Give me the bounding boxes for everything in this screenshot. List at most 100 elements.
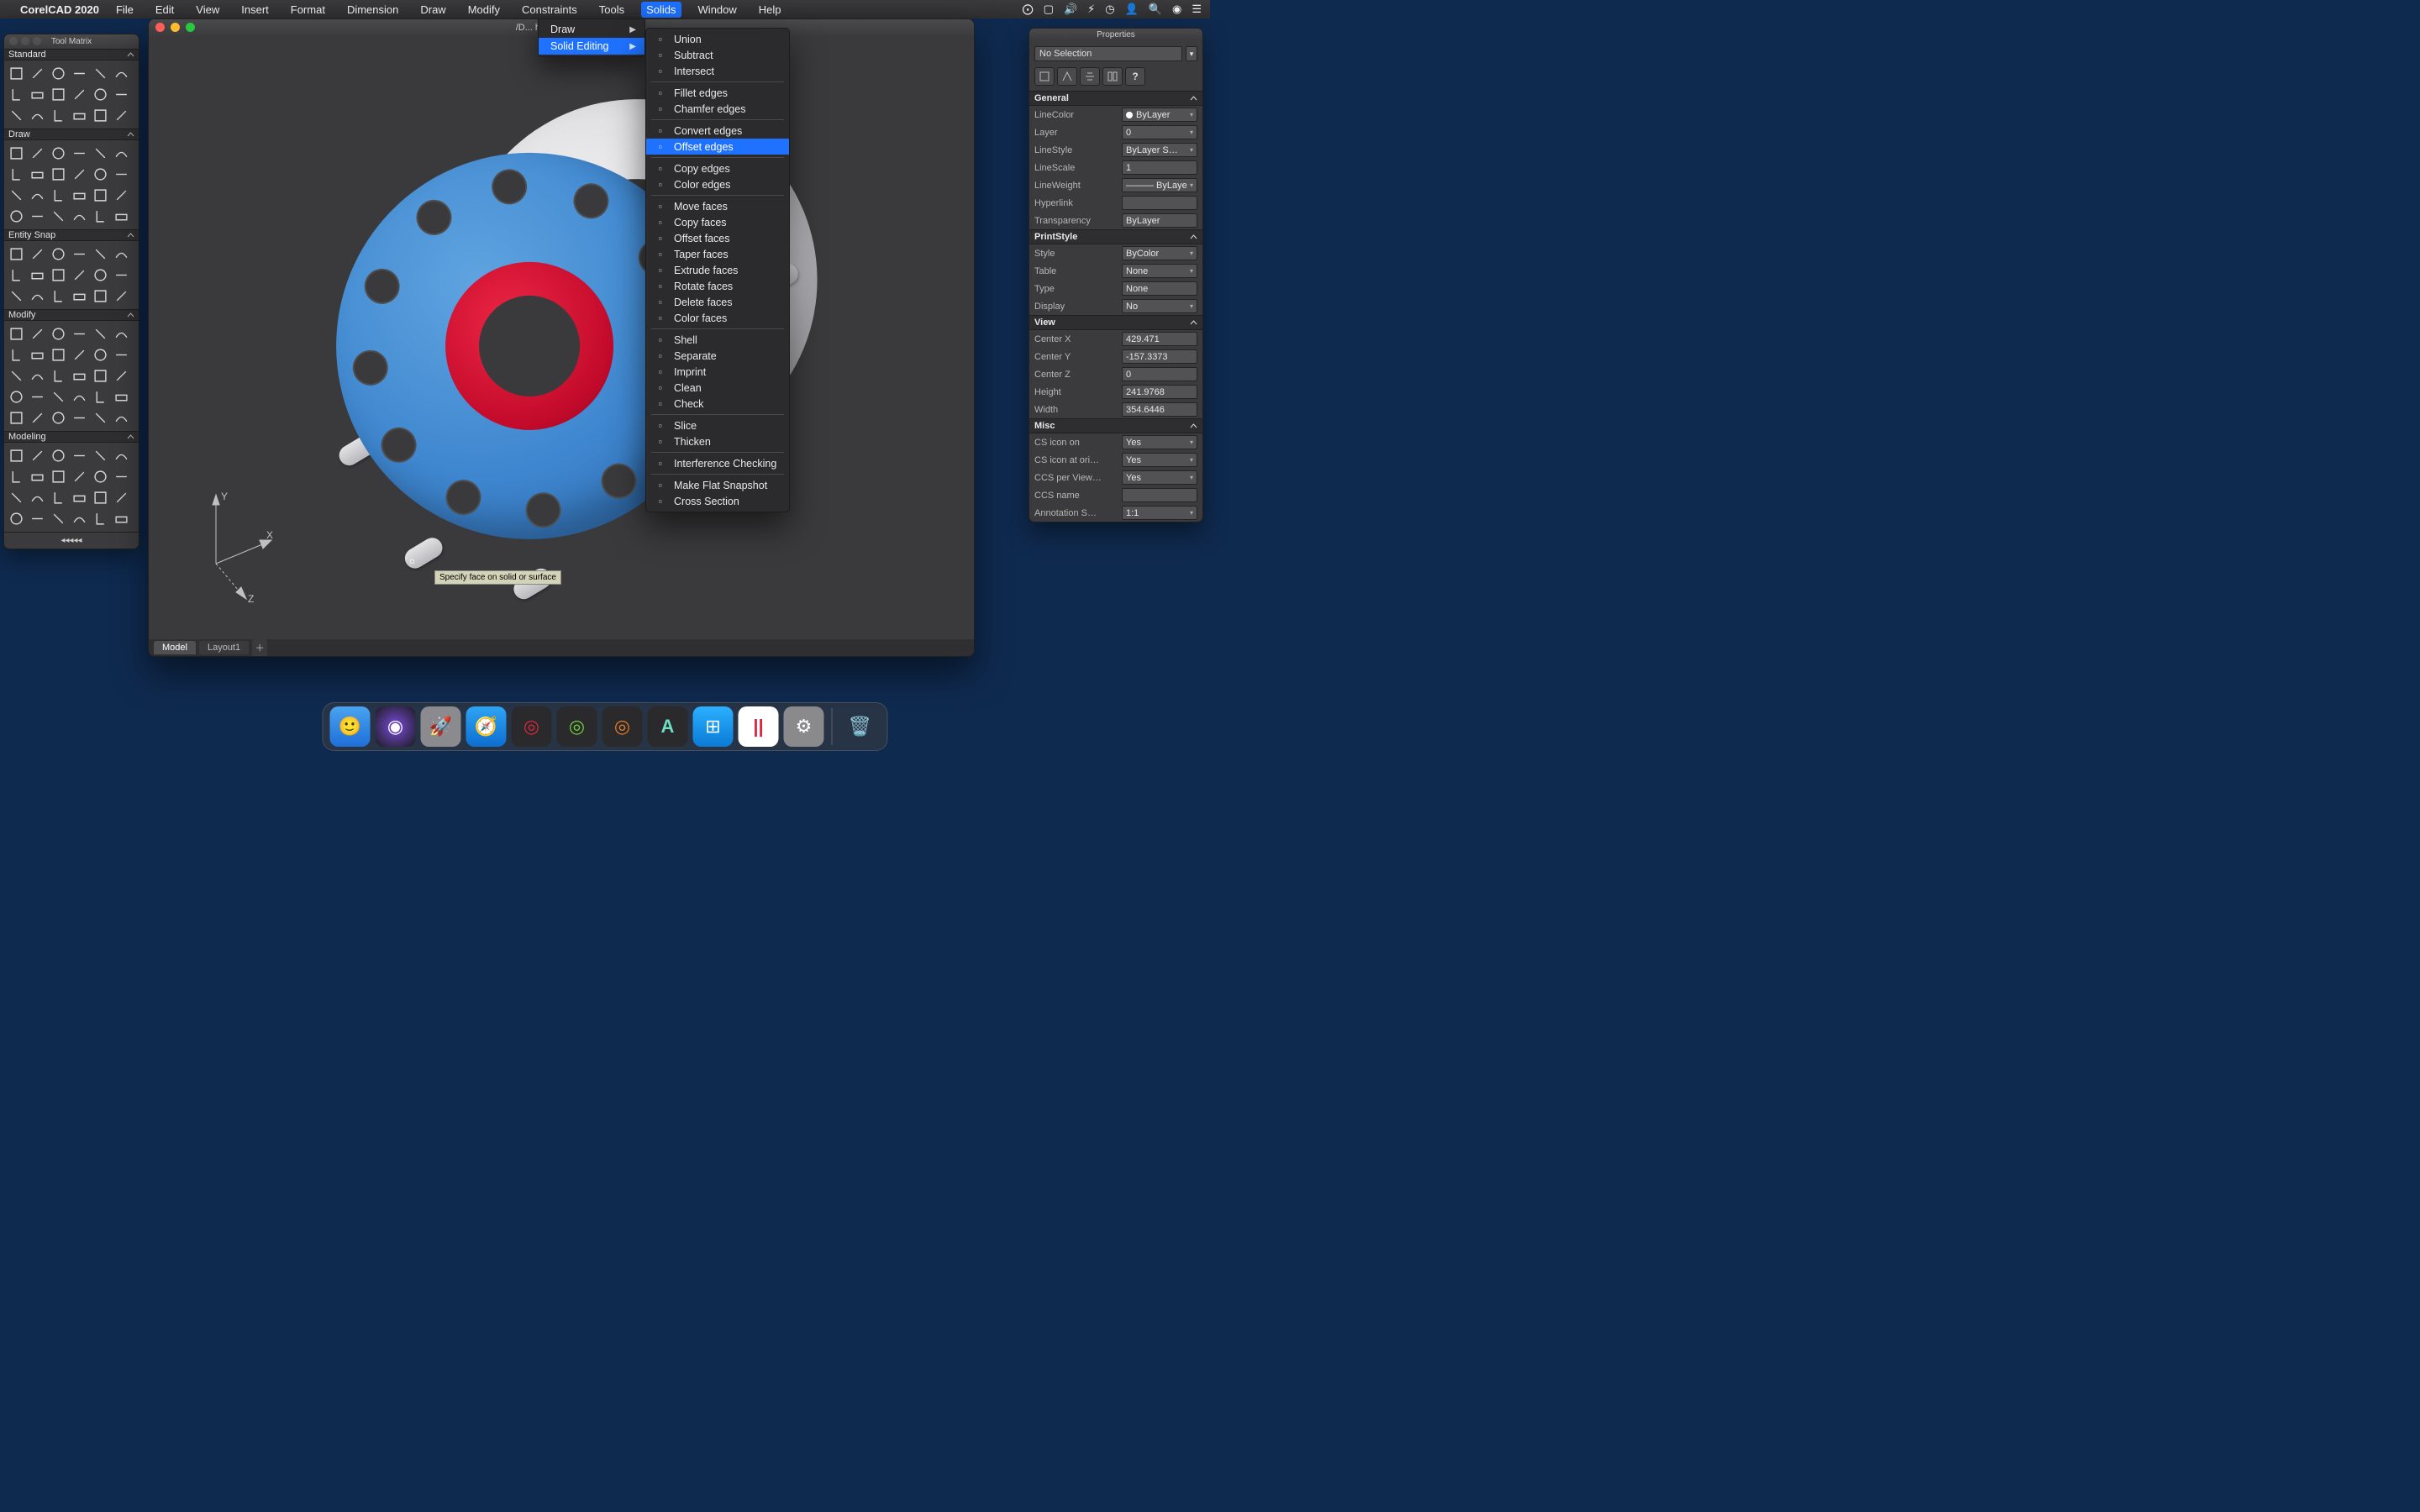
menu-format[interactable]: Format xyxy=(286,2,330,18)
menuitem-convert-edges[interactable]: ▫Convert edges xyxy=(646,123,789,139)
selection-dd-icon[interactable]: ▾ xyxy=(1186,46,1197,61)
tool-icon[interactable] xyxy=(69,386,90,407)
tool-icon[interactable] xyxy=(48,185,69,206)
tool-icon[interactable] xyxy=(90,386,111,407)
tool-icon[interactable] xyxy=(6,344,27,365)
tool-icon[interactable] xyxy=(27,105,48,126)
menuitem-thicken[interactable]: ▫Thicken xyxy=(646,433,789,449)
menu-modify[interactable]: Modify xyxy=(463,2,505,18)
tool-icon[interactable] xyxy=(90,84,111,105)
tool-matrix-title[interactable]: Tool Matrix xyxy=(4,34,139,49)
tool-icon[interactable] xyxy=(6,185,27,206)
menuitem-rotate-faces[interactable]: ▫Rotate faces xyxy=(646,278,789,294)
tool-icon[interactable] xyxy=(69,286,90,307)
tool-matrix-collapse[interactable]: ◂◂◂◂◂ xyxy=(4,532,139,549)
tool-icon[interactable] xyxy=(6,63,27,84)
tool-icon[interactable] xyxy=(6,508,27,529)
tool-icon[interactable] xyxy=(90,143,111,164)
prop-value[interactable]: ByColor▾ xyxy=(1122,246,1197,260)
tool-icon[interactable] xyxy=(27,386,48,407)
tool-icon[interactable] xyxy=(69,344,90,365)
tool-icon[interactable] xyxy=(90,105,111,126)
prop-tool-2[interactable] xyxy=(1057,67,1077,86)
tool-icon[interactable] xyxy=(27,84,48,105)
prop-value[interactable]: Yes▾ xyxy=(1122,470,1197,485)
tool-icon[interactable] xyxy=(111,407,132,428)
menu-file[interactable]: File xyxy=(111,2,139,18)
menuitem-delete-faces[interactable]: ▫Delete faces xyxy=(646,294,789,310)
tool-icon[interactable] xyxy=(111,508,132,529)
prop-value[interactable]: ByLayer▾ xyxy=(1122,108,1197,122)
prop-value[interactable] xyxy=(1122,196,1197,210)
tool-icon[interactable] xyxy=(48,286,69,307)
menu-dimension[interactable]: Dimension xyxy=(342,2,403,18)
tool-icon[interactable] xyxy=(69,84,90,105)
tool-icon[interactable] xyxy=(90,487,111,508)
menuitem-subtract[interactable]: ▫Subtract xyxy=(646,47,789,63)
submenu-solid-editing[interactable]: Solid Editing▶ xyxy=(539,38,644,55)
tool-icon[interactable] xyxy=(111,344,132,365)
tool-icon[interactable] xyxy=(90,164,111,185)
prop-section-general[interactable]: General xyxy=(1029,91,1202,106)
tool-icon[interactable] xyxy=(90,323,111,344)
prop-value[interactable]: 429.471 xyxy=(1122,332,1197,346)
tool-icon[interactable] xyxy=(48,105,69,126)
menuitem-chamfer-edges[interactable]: ▫Chamfer edges xyxy=(646,101,789,117)
tool-icon[interactable] xyxy=(27,286,48,307)
tool-icon[interactable] xyxy=(69,407,90,428)
prop-value[interactable]: None xyxy=(1122,281,1197,296)
menuitem-offset-edges[interactable]: ▫Offset edges xyxy=(646,139,789,155)
battery-icon[interactable]: ⚡︎ xyxy=(1087,3,1095,16)
menuitem-color-faces[interactable]: ▫Color faces xyxy=(646,310,789,326)
tool-icon[interactable] xyxy=(111,143,132,164)
tool-icon[interactable] xyxy=(111,206,132,227)
tool-icon[interactable] xyxy=(69,206,90,227)
prop-value[interactable] xyxy=(1122,488,1197,502)
tool-icon[interactable] xyxy=(6,244,27,265)
tool-icon[interactable] xyxy=(69,143,90,164)
tool-icon[interactable] xyxy=(27,344,48,365)
menuitem-move-faces[interactable]: ▫Move faces xyxy=(646,198,789,214)
prop-help-button[interactable]: ? xyxy=(1125,67,1145,86)
tool-icon[interactable] xyxy=(6,386,27,407)
tool-icon[interactable] xyxy=(48,487,69,508)
dock-siri[interactable]: ◉ xyxy=(376,706,416,747)
tool-icon[interactable] xyxy=(27,63,48,84)
submenu-draw[interactable]: Draw▶ xyxy=(539,21,644,38)
tool-icon[interactable] xyxy=(6,323,27,344)
tool-icon[interactable] xyxy=(48,344,69,365)
prop-value[interactable]: Yes▾ xyxy=(1122,453,1197,467)
dock-autocad[interactable]: A xyxy=(648,706,688,747)
tool-icon[interactable] xyxy=(111,105,132,126)
menuitem-imprint[interactable]: ▫Imprint xyxy=(646,364,789,380)
tool-icon[interactable] xyxy=(27,466,48,487)
tool-icon[interactable] xyxy=(69,244,90,265)
menuitem-slice[interactable]: ▫Slice xyxy=(646,417,789,433)
menuitem-clean[interactable]: ▫Clean xyxy=(646,380,789,396)
wifi-icon[interactable]: ⨀ xyxy=(1023,3,1034,16)
siri-status-icon[interactable]: ◉ xyxy=(1172,3,1181,16)
tool-icon[interactable] xyxy=(6,466,27,487)
tool-icon[interactable] xyxy=(90,365,111,386)
prop-value[interactable]: 1 xyxy=(1122,160,1197,175)
tool-icon[interactable] xyxy=(48,466,69,487)
menu-help[interactable]: Help xyxy=(754,2,786,18)
tool-icon[interactable] xyxy=(6,105,27,126)
dock-corelcad[interactable]: ◎ xyxy=(512,706,552,747)
tool-icon[interactable] xyxy=(6,407,27,428)
menuitem-make-flat-snapshot[interactable]: ▫Make Flat Snapshot xyxy=(646,477,789,493)
tool-icon[interactable] xyxy=(27,164,48,185)
tool-icon[interactable] xyxy=(6,365,27,386)
tool-icon[interactable] xyxy=(6,206,27,227)
prop-value[interactable]: Yes▾ xyxy=(1122,435,1197,449)
prop-value[interactable]: 0▾ xyxy=(1122,125,1197,139)
tool-icon[interactable] xyxy=(69,185,90,206)
tool-icon[interactable] xyxy=(69,466,90,487)
tool-icon[interactable] xyxy=(111,164,132,185)
tool-icon[interactable] xyxy=(27,185,48,206)
tool-icon[interactable] xyxy=(69,487,90,508)
prop-section-printstyle[interactable]: PrintStyle xyxy=(1029,229,1202,244)
dock-capture[interactable]: ◎ xyxy=(602,706,643,747)
tool-icon[interactable] xyxy=(111,487,132,508)
tool-icon[interactable] xyxy=(48,206,69,227)
